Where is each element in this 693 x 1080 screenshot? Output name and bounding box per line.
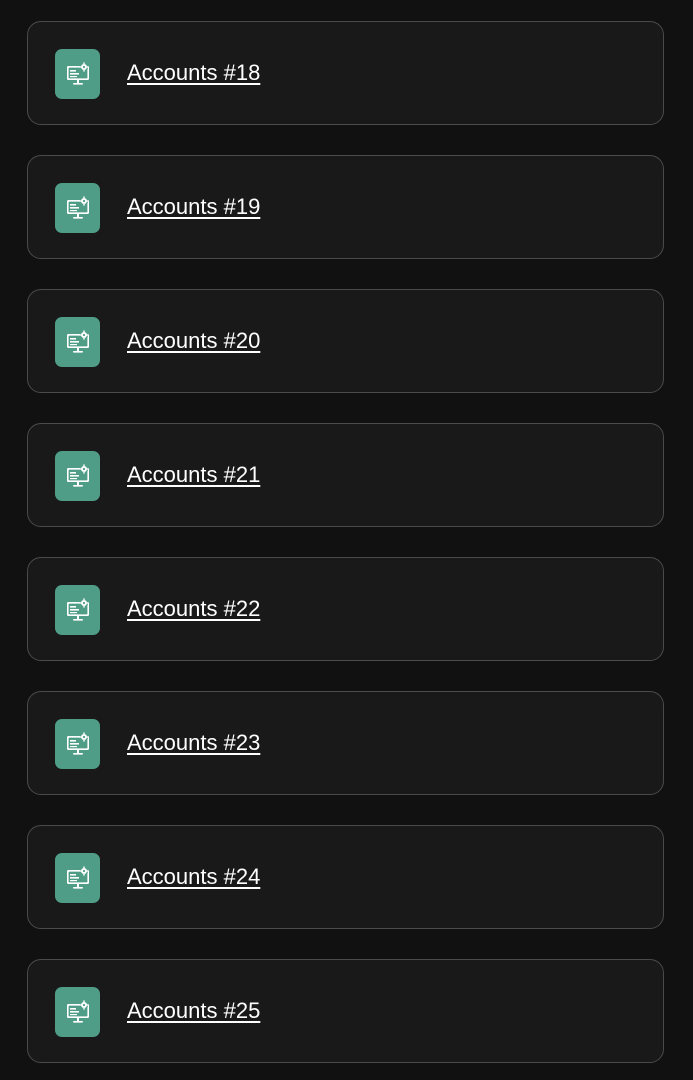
accounts-list: Accounts #18 Accounts #19 Accounts #20 A… — [0, 0, 693, 1080]
account-link-19[interactable]: Accounts #19 — [127, 194, 260, 220]
account-link-22[interactable]: Accounts #22 — [127, 596, 260, 622]
account-card-21[interactable]: Accounts #21 — [27, 423, 664, 527]
account-card-18[interactable]: Accounts #18 — [27, 21, 664, 125]
account-link-21[interactable]: Accounts #21 — [127, 462, 260, 488]
account-link-24[interactable]: Accounts #24 — [127, 864, 260, 890]
account-link-18[interactable]: Accounts #18 — [127, 60, 260, 86]
computer-settings-icon — [55, 183, 100, 233]
computer-settings-icon — [55, 853, 100, 903]
computer-settings-icon — [55, 451, 100, 501]
computer-settings-icon — [55, 719, 100, 769]
account-link-23[interactable]: Accounts #23 — [127, 730, 260, 756]
account-card-22[interactable]: Accounts #22 — [27, 557, 664, 661]
account-card-25[interactable]: Accounts #25 — [27, 959, 664, 1063]
computer-settings-icon — [55, 317, 100, 367]
computer-settings-icon — [55, 987, 100, 1037]
account-card-23[interactable]: Accounts #23 — [27, 691, 664, 795]
computer-settings-icon — [55, 585, 100, 635]
account-link-25[interactable]: Accounts #25 — [127, 998, 260, 1024]
account-card-24[interactable]: Accounts #24 — [27, 825, 664, 929]
account-link-20[interactable]: Accounts #20 — [127, 328, 260, 354]
account-card-19[interactable]: Accounts #19 — [27, 155, 664, 259]
computer-settings-icon — [55, 49, 100, 99]
account-card-20[interactable]: Accounts #20 — [27, 289, 664, 393]
